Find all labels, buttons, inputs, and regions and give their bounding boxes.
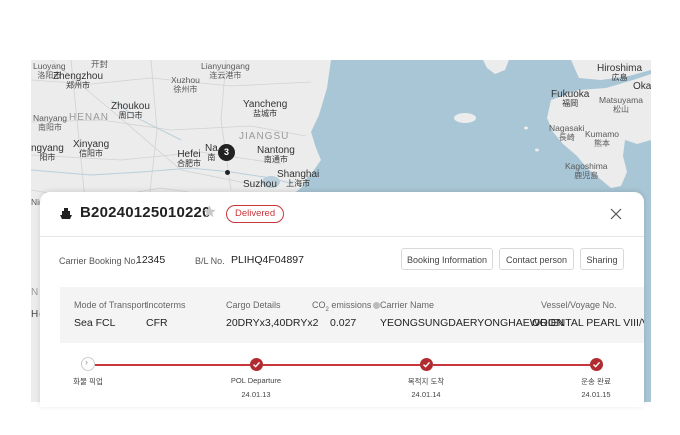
map-label-nanjing: Na 南: [205, 143, 218, 163]
carrier-label: Carrier Name: [380, 300, 435, 310]
map-label-shanghai: Shanghai 上海市: [277, 169, 320, 189]
map-label-suzhou: Suzhou: [243, 179, 277, 190]
shipment-detail-panel: B20240125010220 Delivered Carrier Bookin…: [40, 192, 644, 407]
map-label-jiangsu: JIANGSU: [239, 131, 290, 142]
co2-label: CO2 emissions: [312, 300, 381, 313]
step-complete-label: 운송 완료: [581, 377, 611, 386]
status-badge: Delivered: [226, 205, 285, 223]
step-arrival-icon: [420, 358, 433, 371]
map-label-okay: Okay: [633, 81, 651, 92]
map-label-nantong: Nantong 南通市: [257, 145, 295, 165]
map-label-hefei: Hefei 合肥市: [177, 149, 201, 169]
map-label-nanyang: Nanyang 南阳市: [33, 113, 68, 133]
contact-person-button[interactable]: Contact person: [499, 248, 574, 270]
step-pol-departure-icon: [250, 358, 263, 371]
shipment-info-box: Mode of Transport Sea FCL Incoterms CFR …: [60, 287, 644, 343]
incoterms-value: CFR: [146, 317, 168, 329]
map-label-kaifeng: 开封: [91, 60, 109, 69]
check-icon: [593, 361, 601, 368]
map-label-henan: HENAN: [69, 112, 110, 123]
step-arrival-date: 24.01.14: [411, 390, 441, 399]
vessel-value: ORIENTAL PEARL VIII/V0: [532, 317, 644, 329]
shipment-progress: › 화물 픽업 POL Departure 24.01.13 목적지 도착 24…: [40, 350, 644, 407]
map-label-kumamoto: Kumamo 熊本: [585, 129, 620, 149]
map-label-nagasaki: Nagasaki 長崎: [549, 123, 585, 143]
map-label-xuzhou: Xuzhou 徐州市: [171, 75, 200, 95]
map-label-zhengzhou: Zhengzhou 郑州市: [53, 71, 104, 91]
step-complete-date: 24.01.15: [581, 390, 611, 399]
map-label-matsuyama: Matsuyama 松山: [599, 95, 643, 115]
progress-track-1: [95, 364, 250, 366]
map-label-hiroshima: Hiroshima 広島: [597, 63, 643, 83]
map-pin-icon[interactable]: [225, 170, 230, 175]
star-icon[interactable]: [202, 204, 217, 219]
ship-icon: [60, 208, 72, 219]
close-icon[interactable]: [610, 208, 622, 220]
map-label-yancheng: Yancheng 盐城市: [243, 99, 288, 119]
cargo-label: Cargo Details: [226, 300, 281, 310]
co2-label-post: emissions: [328, 300, 372, 310]
map-label-lianyungang: Lianyungang 连云港市: [201, 61, 250, 81]
booking-row: Carrier Booking No. 12345 B/L No. PLIHQ4…: [40, 236, 644, 280]
mode-value: Sea FCL: [74, 317, 116, 329]
step-complete-icon: [590, 358, 603, 371]
map-label-kagoshima: Kagoshima 鹿児島: [565, 161, 608, 181]
vessel-label: Vessel/Voyage No.: [541, 300, 617, 310]
step-arrival-label: 목적지 도착: [407, 377, 445, 386]
panel-header: B20240125010220 Delivered: [40, 192, 644, 237]
step-pickup-label: 화물 픽업: [73, 377, 103, 386]
step-pickup-icon: ›: [81, 357, 95, 371]
progress-track-3: [433, 364, 590, 366]
booking-information-button[interactable]: Booking Information: [401, 248, 493, 270]
map-label-zhoukou: Zhoukou 周口市: [111, 101, 150, 121]
mode-label: Mode of Transport: [74, 300, 148, 310]
check-icon: [423, 361, 431, 368]
map-cluster-marker[interactable]: 3: [218, 144, 235, 161]
map-label-xinyang: Xinyang 信阳市: [73, 139, 110, 159]
check-icon: [253, 361, 261, 368]
step-pol-departure-label: POL Departure: [230, 376, 282, 385]
co2-value: 0.027: [330, 317, 357, 329]
map-label-edge-city: ngyang 阳市: [31, 143, 64, 163]
map-label-fukuoka: Fukuoka 福岡: [551, 89, 590, 109]
cargo-value: 20DRYx3,40DRYx2: [226, 317, 319, 329]
map-label-edge-n: N: [31, 287, 40, 298]
co2-label-pre: CO: [312, 300, 326, 310]
incoterms-label: Incoterms: [146, 300, 186, 310]
sharing-button[interactable]: Sharing: [580, 248, 624, 270]
carrier-booking-label: Carrier Booking No.: [59, 256, 139, 266]
chevron-right-icon: ›: [85, 357, 88, 367]
bl-label: B/L No.: [195, 256, 225, 266]
carrier-booking-value: 12345: [136, 254, 166, 266]
progress-track-2: [263, 364, 420, 366]
step-pol-departure-date: 24.01.13: [241, 390, 271, 399]
shipment-id: B20240125010220: [80, 204, 211, 221]
bl-value: PLIHQ4F04897: [231, 254, 304, 266]
